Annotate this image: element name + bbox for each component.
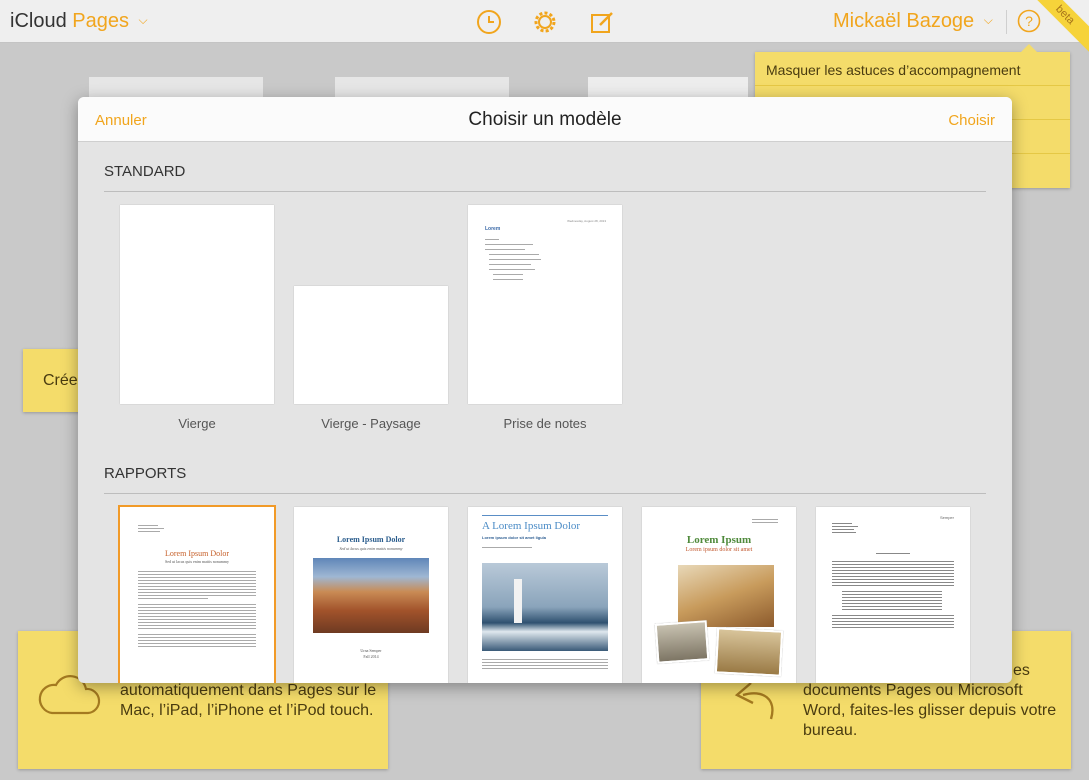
section-header-standard: STANDARD [104,163,986,192]
thumb-giraffe-image [678,565,774,627]
chevron-down-icon: ⌵ [138,13,148,27]
tip-note-text: automatiquement dans Pages sur le Mac, l… [120,682,377,719]
tip-note-text: Crée [43,372,78,389]
thumb-elephant-image [654,620,710,664]
thumb-title: Lorem Ipsum Dolor [336,535,406,544]
thumb-title: Lorem Ipsum [686,534,752,546]
template-report-5[interactable]: Semper [816,507,970,683]
toolbar-divider [1006,10,1007,34]
thumb-title: Lorem [485,226,501,232]
template-chooser-dialog: Annuler Choisir un modèle Choisir STANDA… [78,97,1012,683]
thumb-lines [482,657,608,671]
brand-icloud: iCloud [10,10,67,32]
chevron-down-icon: ⌵ [983,13,993,27]
thumb-lines [482,545,532,550]
top-bar: iCloud Pages ⌵ Mickaël Bazoge ⌵ ? beta [0,0,1089,57]
clock-icon[interactable] [475,8,503,36]
template-label: Vierge - Paysage [321,416,421,431]
choose-button[interactable]: Choisir [948,112,995,129]
user-menu[interactable]: Mickaël Bazoge ⌵ [833,10,993,33]
tips-arrow [1021,44,1037,52]
thumb-date: Wednesday, August 28, 2013 [567,219,606,223]
template-note-taking[interactable]: Wednesday, August 28, 2013 Lorem [468,205,622,404]
thumb-rule [482,515,608,516]
thumb-canyon-image [313,558,429,633]
template-label: Vierge [178,416,216,431]
brand-app-name: Pages [72,10,129,32]
document-thumbnail[interactable] [588,77,748,99]
template-label: Prise de notes [503,416,587,431]
thumb-lines [832,521,862,535]
document-thumbnail[interactable] [89,77,263,99]
template-report-2[interactable]: Lorem Ipsum Dolor Sed ut lacus quis enim… [294,507,448,683]
svg-text:?: ? [1025,13,1033,29]
template-report-4[interactable]: Lorem Ipsum Lorem ipsum dolor sit amet [642,507,796,683]
thumb-lines [138,569,256,649]
template-blank-landscape[interactable] [294,286,448,404]
dialog-title: Choisir un modèle [468,109,622,130]
gear-icon[interactable] [531,8,559,36]
document-thumbnail[interactable] [335,77,509,99]
compose-icon[interactable] [588,8,616,36]
thumb-lighthouse-image [482,563,608,651]
thumb-lines [832,559,954,630]
section-header-reports: RAPPORTS [104,465,986,494]
user-name: Mickaël Bazoge [833,10,975,32]
thumb-meerkat-image [714,627,784,677]
thumb-title: Lorem Ipsum Dolor [165,549,229,558]
thumb-subtitle: Sed ut lacus quis enim mattis nonummy [165,559,229,564]
app-switcher[interactable]: iCloud Pages ⌵ [10,10,148,33]
thumb-subtitle: Lorem ipsum dolor sit amet [685,547,753,553]
thumb-title: A Lorem Ipsum Dolor [482,520,581,532]
template-report-3[interactable]: A Lorem Ipsum Dolor Lorem ipsum dolor si… [468,507,622,683]
tip-note-text-body: documents Pages ou Microsoft Word, faite… [803,682,1057,739]
thumb-subtitle: Sed ut lacus quis enim mattis nonummy [339,546,403,551]
thumb-lines [876,551,910,556]
template-report-1[interactable]: Lorem Ipsum Dolor Sed ut lacus quis enim… [118,505,276,683]
thumb-lighthouse-tower [514,579,522,623]
thumb-lines [138,523,168,534]
template-blank[interactable] [120,205,274,404]
thumb-subtitle: Lorem ipsum dolor sit amet ligula [482,535,547,540]
dialog-header: Annuler Choisir un modèle Choisir [78,97,1012,142]
help-icon[interactable]: ? [1017,9,1041,33]
hide-tips-item[interactable]: Masquer les astuces d’accompagnement [755,52,1070,86]
thumb-lines [752,517,778,525]
thumb-lines [485,237,545,282]
thumb-header-text: Semper [939,515,954,520]
thumb-author: Urna Semper [360,648,382,653]
thumb-date: Fall 2014 [363,654,379,659]
